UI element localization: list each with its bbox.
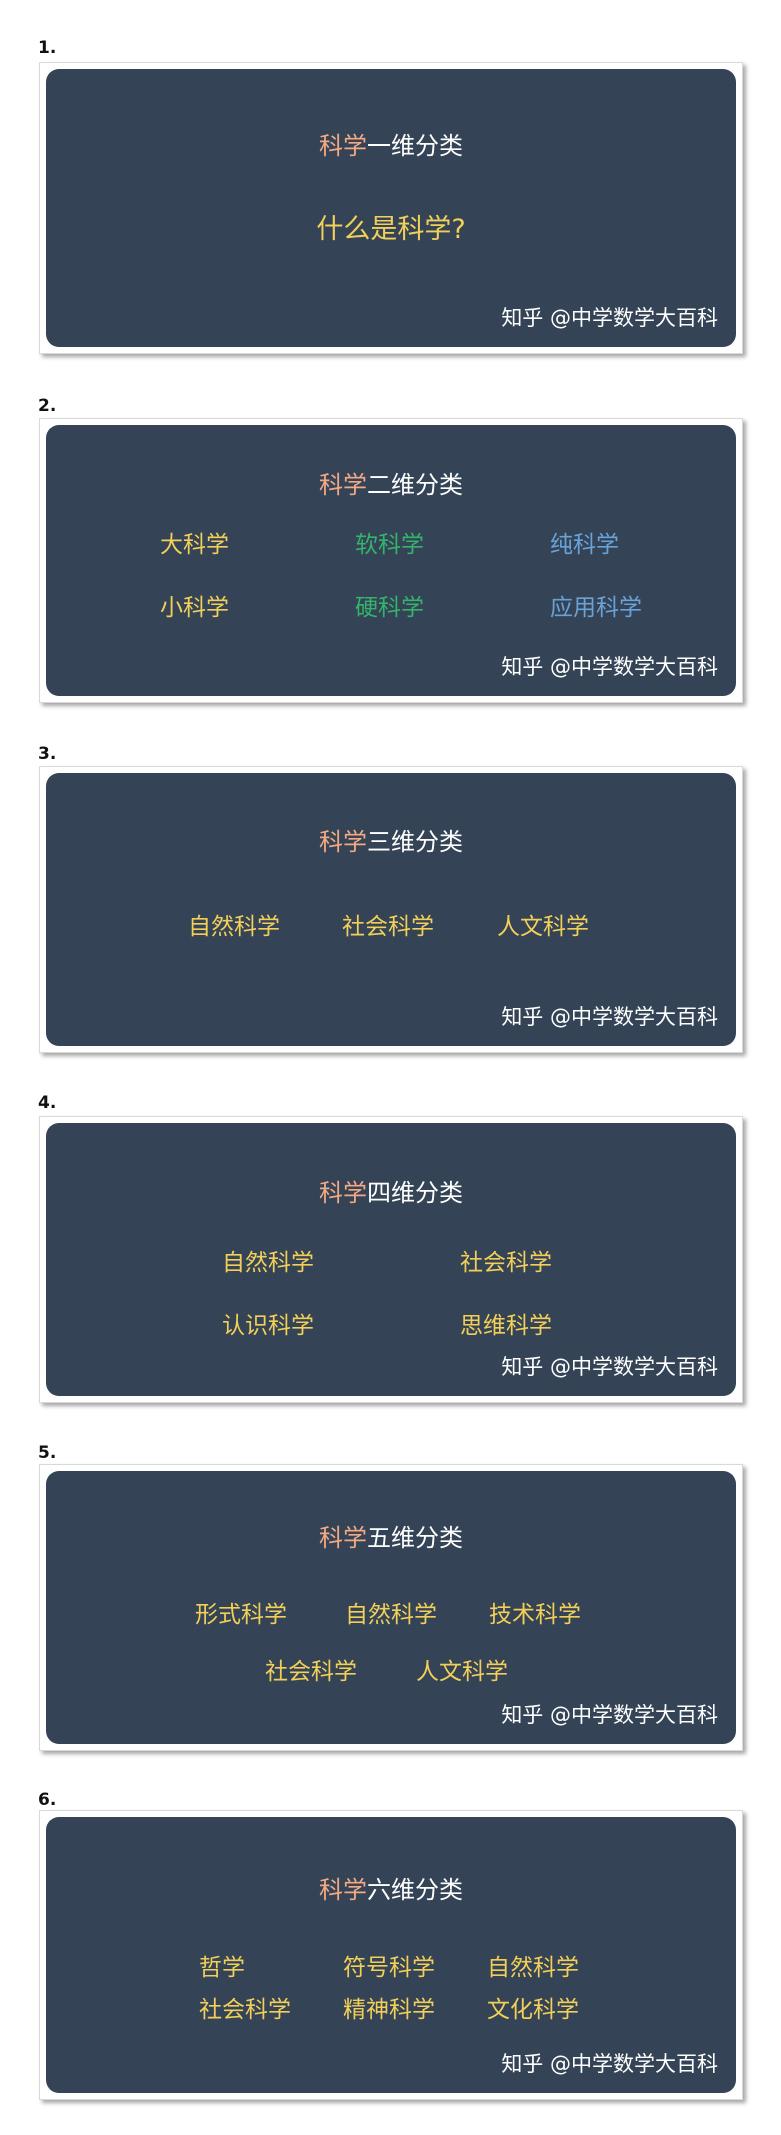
slide-title: 科学一维分类 [46,131,736,161]
slide-number: 1. [38,38,57,58]
category-item: 人文科学 [497,914,589,940]
title-rest: 五维分类 [367,1524,463,1552]
slide-frame: 科学三维分类 自然科学 社会科学 人文科学 知乎 @中学数学大百科 [39,766,743,1053]
title-accent: 科学 [319,1876,367,1904]
category-item: 文化科学 [487,1997,579,2023]
category-item: 自然科学 [222,1250,314,1276]
slide-number: 3. [38,744,57,764]
category-item: 大科学 [160,532,229,558]
category-item: 自然科学 [188,914,280,940]
slide-number: 2. [38,396,57,416]
title-rest: 六维分类 [367,1876,463,1904]
category-item: 人文科学 [416,1659,508,1685]
watermark: 知乎 @中学数学大百科 [501,2052,718,2076]
category-item: 硬科学 [355,595,424,621]
title-rest: 四维分类 [367,1179,463,1207]
watermark: 知乎 @中学数学大百科 [501,306,718,330]
category-item: 技术科学 [489,1602,581,1628]
category-item: 符号科学 [343,1955,435,1981]
category-item: 哲学 [199,1955,245,1981]
category-item: 社会科学 [199,1997,291,2023]
title-rest: 三维分类 [367,828,463,856]
question-text: 什么是科学? [316,214,466,245]
slide-title: 科学二维分类 [46,470,736,500]
category-item: 社会科学 [460,1250,552,1276]
title-accent: 科学 [319,471,367,499]
slide-card: 科学二维分类 大科学 软科学 纯科学 小科学 硬科学 应用科学 知乎 @中学数学… [46,425,736,696]
slide-title: 科学五维分类 [46,1523,736,1553]
slide-card: 科学一维分类 什么是科学? 知乎 @中学数学大百科 [46,69,736,347]
slide-title: 科学三维分类 [46,827,736,857]
category-item: 自然科学 [345,1602,437,1628]
slide-number: 6. [38,1790,57,1810]
slide-title: 科学四维分类 [46,1178,736,1208]
slide-card: 科学四维分类 自然科学 社会科学 认识科学 思维科学 知乎 @中学数学大百科 [46,1123,736,1396]
watermark: 知乎 @中学数学大百科 [501,1703,718,1727]
slide-frame: 科学六维分类 哲学 符号科学 自然科学 社会科学 精神科学 文化科学 知乎 @中… [39,1810,743,2100]
category-item: 应用科学 [550,595,642,621]
slide-title: 科学六维分类 [46,1875,736,1905]
category-item: 形式科学 [195,1602,287,1628]
title-accent: 科学 [319,828,367,856]
title-accent: 科学 [319,1524,367,1552]
slide-frame: 科学二维分类 大科学 软科学 纯科学 小科学 硬科学 应用科学 知乎 @中学数学… [39,418,743,703]
title-rest: 一维分类 [367,132,463,160]
slide-frame: 科学四维分类 自然科学 社会科学 认识科学 思维科学 知乎 @中学数学大百科 [39,1116,743,1403]
watermark: 知乎 @中学数学大百科 [501,1355,718,1379]
slide-number: 4. [38,1093,57,1113]
category-item: 认识科学 [222,1313,314,1339]
slide-frame: 科学五维分类 形式科学 自然科学 技术科学 社会科学 人文科学 知乎 @中学数学… [39,1464,743,1751]
category-item: 纯科学 [550,532,619,558]
category-item: 自然科学 [487,1955,579,1981]
title-accent: 科学 [319,132,367,160]
category-item: 软科学 [355,532,424,558]
title-rest: 二维分类 [367,471,463,499]
category-item: 社会科学 [342,914,434,940]
watermark: 知乎 @中学数学大百科 [501,1005,718,1029]
slide-card: 科学五维分类 形式科学 自然科学 技术科学 社会科学 人文科学 知乎 @中学数学… [46,1471,736,1744]
watermark: 知乎 @中学数学大百科 [501,655,718,679]
category-item: 社会科学 [265,1659,357,1685]
category-item: 精神科学 [343,1997,435,2023]
slide-card: 科学三维分类 自然科学 社会科学 人文科学 知乎 @中学数学大百科 [46,773,736,1046]
category-item: 小科学 [160,595,229,621]
slide-frame: 科学一维分类 什么是科学? 知乎 @中学数学大百科 [39,62,743,354]
title-accent: 科学 [319,1179,367,1207]
slide-number: 5. [38,1443,57,1463]
category-item: 思维科学 [460,1313,552,1339]
slide-card: 科学六维分类 哲学 符号科学 自然科学 社会科学 精神科学 文化科学 知乎 @中… [46,1817,736,2093]
